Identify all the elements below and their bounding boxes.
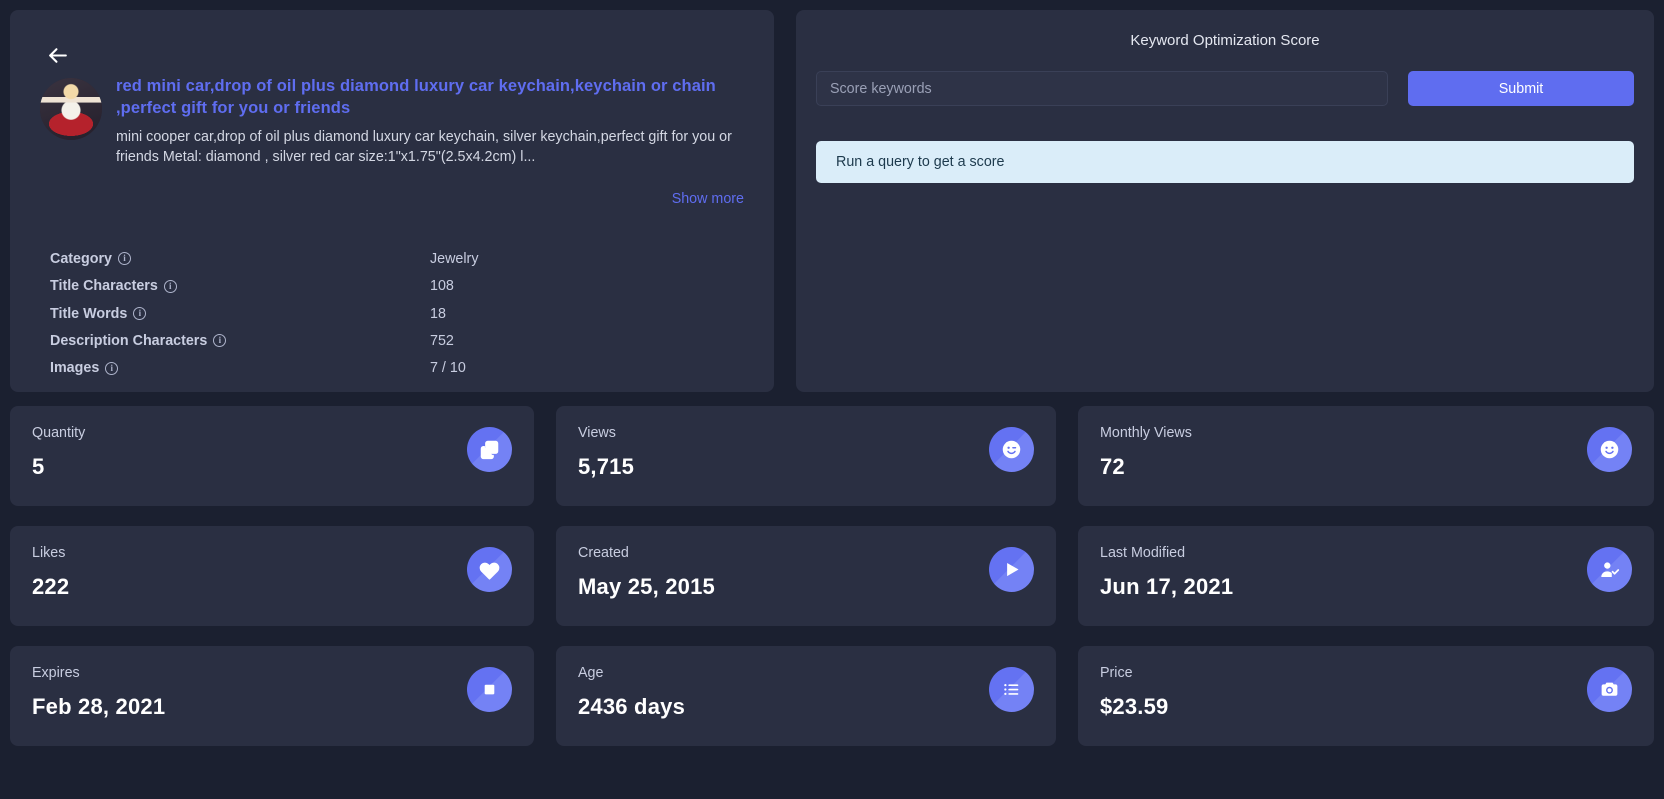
metric-value: 222	[32, 574, 70, 599]
thumbnail-image	[40, 78, 102, 140]
meta-value-title-words: 18	[430, 305, 446, 322]
metric-value: $23.59	[1100, 694, 1169, 719]
meta-label-text: Category	[50, 250, 112, 267]
meta-label-images: Images i	[50, 360, 430, 376]
stop-square-icon[interactable]	[467, 667, 512, 712]
metric-value: 5,715	[578, 454, 635, 479]
camera-glyph	[1601, 682, 1618, 696]
metric-card-likes: Likes 222	[10, 526, 534, 626]
metric-label: Monthly Views	[1100, 425, 1192, 441]
submit-button[interactable]: Submit	[1408, 71, 1634, 106]
keyword-optimization-panel: Keyword Optimization Score Submit Run a …	[796, 10, 1654, 392]
metric-value: 72	[1100, 454, 1125, 479]
meta-label-text: Description Characters	[50, 332, 208, 349]
listing-title-link[interactable]: red mini car,drop of oil plus diamond lu…	[116, 76, 754, 120]
back-button[interactable]	[40, 38, 74, 72]
meta-label-text: Images	[50, 360, 100, 377]
metric-card-quantity: Quantity 5	[10, 406, 534, 506]
smiley-icon[interactable]	[1587, 427, 1632, 472]
metric-label: Expires	[32, 665, 80, 681]
metric-value: 5	[32, 454, 45, 479]
info-icon[interactable]: i	[163, 279, 177, 293]
listing-thumbnail	[40, 78, 102, 140]
metric-label: Last Modified	[1100, 545, 1186, 561]
meta-label-text: Title Characters	[50, 278, 158, 295]
listing-description: mini cooper car,drop of oil plus diamond…	[116, 128, 732, 165]
metric-label: Quantity	[32, 425, 86, 441]
heart-glyph	[479, 562, 500, 580]
heart-icon[interactable]	[467, 547, 512, 592]
metric-label: Price	[1100, 665, 1133, 681]
meta-row-description-characters: Description Characters i 752	[50, 327, 754, 354]
listing-meta-table: Category i Jewelry Title Characters i 10…	[30, 245, 754, 382]
meta-label-title-characters: Title Characters i	[50, 278, 430, 294]
camera-icon[interactable]	[1587, 667, 1632, 712]
metric-label: Created	[578, 545, 629, 561]
show-more-link[interactable]: Show more	[30, 191, 754, 207]
metric-card-created: Created May 25, 2015	[556, 526, 1056, 626]
meta-label-category: Category i	[50, 251, 430, 267]
meta-label-title-words: Title Words i	[50, 306, 430, 322]
metric-card-last-modified: Last Modified Jun 17, 2021	[1078, 526, 1654, 626]
meta-row-images: Images i 7 / 10	[50, 355, 754, 382]
score-keywords-input[interactable]	[816, 71, 1388, 106]
meta-row-title-characters: Title Characters i 108	[50, 273, 754, 300]
top-section: red mini car,drop of oil plus diamond lu…	[10, 10, 1654, 392]
metric-card-monthly-views: Monthly Views 72	[1078, 406, 1654, 506]
smiley-wink-glyph	[1002, 440, 1021, 459]
info-icon[interactable]: i	[117, 252, 131, 266]
metric-label: Likes	[32, 545, 66, 561]
list-icon[interactable]	[989, 667, 1034, 712]
meta-value-images: 7 / 10	[430, 360, 466, 377]
duplicate-check-icon[interactable]	[467, 427, 512, 472]
meta-row-category: Category i Jewelry	[50, 245, 754, 272]
metric-value: Feb 28, 2021	[32, 694, 166, 719]
listing-text-block: red mini car,drop of oil plus diamond lu…	[116, 76, 754, 167]
info-icon[interactable]: i	[105, 361, 119, 375]
duplicate-check-glyph	[480, 440, 499, 460]
smiley-wink-icon[interactable]	[989, 427, 1034, 472]
metric-card-views: Views 5,715	[556, 406, 1056, 506]
listing-info-panel: red mini car,drop of oil plus diamond lu…	[10, 10, 774, 392]
smiley-glyph	[1600, 440, 1619, 459]
info-icon[interactable]: i	[133, 307, 147, 321]
list-glyph	[1004, 683, 1019, 696]
listing-detail-page: red mini car,drop of oil plus diamond lu…	[0, 0, 1664, 799]
meta-value-category: Jewelry	[430, 250, 479, 267]
metric-label: Age	[578, 665, 604, 681]
info-icon[interactable]: i	[213, 334, 227, 348]
keyword-form: Submit	[816, 71, 1634, 106]
meta-row-title-words: Title Words i 18	[50, 300, 754, 327]
play-glyph	[1007, 562, 1019, 577]
metric-label: Views	[578, 425, 616, 441]
meta-value-description-characters: 752	[430, 332, 454, 349]
metric-value: 2436 days	[578, 694, 685, 719]
metric-card-age: Age 2436 days	[556, 646, 1056, 746]
metric-card-expires: Expires Feb 28, 2021	[10, 646, 534, 746]
meta-label-text: Title Words	[50, 305, 128, 322]
metric-value: May 25, 2015	[578, 574, 715, 599]
meta-label-description-characters: Description Characters i	[50, 333, 430, 349]
listing-header: red mini car,drop of oil plus diamond lu…	[30, 76, 754, 167]
user-check-icon[interactable]	[1587, 547, 1632, 592]
keyword-panel-title: Keyword Optimization Score	[1130, 32, 1320, 49]
metric-value: Jun 17, 2021	[1100, 574, 1234, 599]
user-check-glyph	[1601, 562, 1620, 577]
metrics-card-grid: Quantity 5 Views 5,715 Monthly Views 72 …	[10, 406, 1654, 746]
play-icon[interactable]	[989, 547, 1034, 592]
score-status-alert: Run a query to get a score	[816, 141, 1634, 183]
meta-value-title-characters: 108	[430, 278, 454, 295]
arrow-left-icon	[48, 47, 67, 63]
metric-card-price: Price $23.59	[1078, 646, 1654, 746]
stop-square-glyph	[484, 684, 495, 695]
